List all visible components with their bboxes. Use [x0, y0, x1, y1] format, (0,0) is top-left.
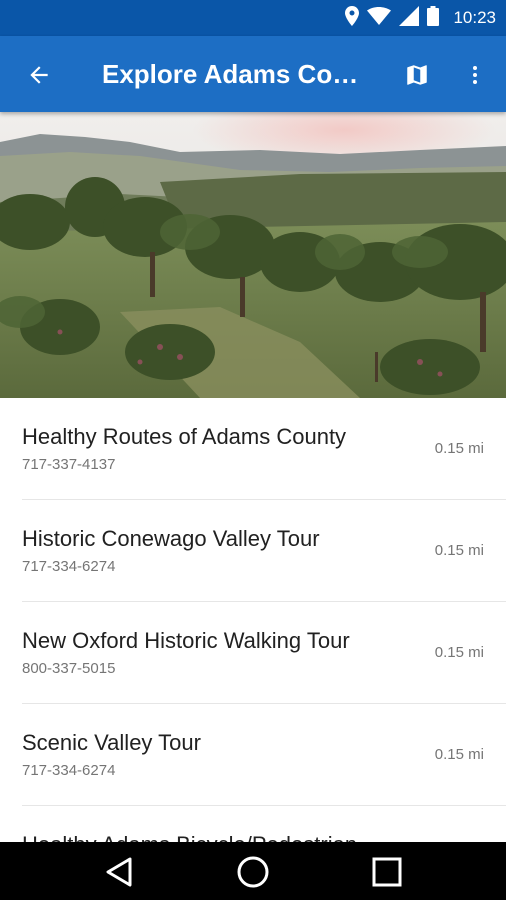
recents-square-icon[interactable]: [367, 852, 407, 892]
list-item[interactable]: Healthy Adams Bicycle/Pedestrian: [22, 806, 506, 842]
item-phone: 717-337-4137: [22, 456, 116, 473]
status-bar: 10:23: [0, 0, 506, 36]
item-name: New Oxford Historic Walking Tour: [22, 628, 350, 653]
item-name: Healthy Adams Bicycle/Pedestrian: [22, 832, 357, 842]
item-name: Scenic Valley Tour: [22, 730, 201, 755]
item-distance: 0.15 mi: [434, 644, 484, 661]
list-item[interactable]: Healthy Routes of Adams County 717-337-4…: [22, 398, 506, 500]
status-icons: 10:23: [345, 5, 496, 31]
item-distance: 0.15 mi: [434, 542, 484, 559]
home-circle-icon[interactable]: [233, 852, 273, 892]
item-distance: 0.15 mi: [434, 440, 484, 457]
more-vert-icon[interactable]: [460, 58, 490, 92]
item-phone: 717-334-6274: [22, 558, 116, 575]
wifi-icon: [367, 6, 392, 30]
item-distance: 0.15 mi: [434, 746, 484, 763]
list-item[interactable]: Scenic Valley Tour 717-334-6274 0.15 mi: [22, 704, 506, 806]
app-bar: Explore Adams County: [0, 36, 506, 112]
system-nav-bar: [0, 842, 506, 900]
list-item[interactable]: New Oxford Historic Walking Tour 800-337…: [22, 602, 506, 704]
back-triangle-icon[interactable]: [99, 852, 139, 892]
battery-icon: [427, 5, 440, 31]
arrow-back-icon[interactable]: [22, 58, 56, 92]
list-item[interactable]: Historic Conewago Valley Tour 717-334-62…: [22, 500, 506, 602]
page-title: Explore Adams County: [102, 59, 372, 89]
map-icon[interactable]: [400, 58, 434, 92]
status-time: 10:23: [453, 8, 496, 27]
item-phone: 800-337-5015: [22, 660, 116, 677]
item-name: Healthy Routes of Adams County: [22, 424, 347, 449]
location-icon: [345, 5, 360, 31]
item-phone: 717-334-6274: [22, 762, 116, 779]
hero-image: [0, 112, 506, 398]
signal-icon: [399, 5, 420, 31]
item-name: Historic Conewago Valley Tour: [22, 526, 320, 551]
tour-list: Healthy Routes of Adams County 717-337-4…: [0, 398, 506, 842]
